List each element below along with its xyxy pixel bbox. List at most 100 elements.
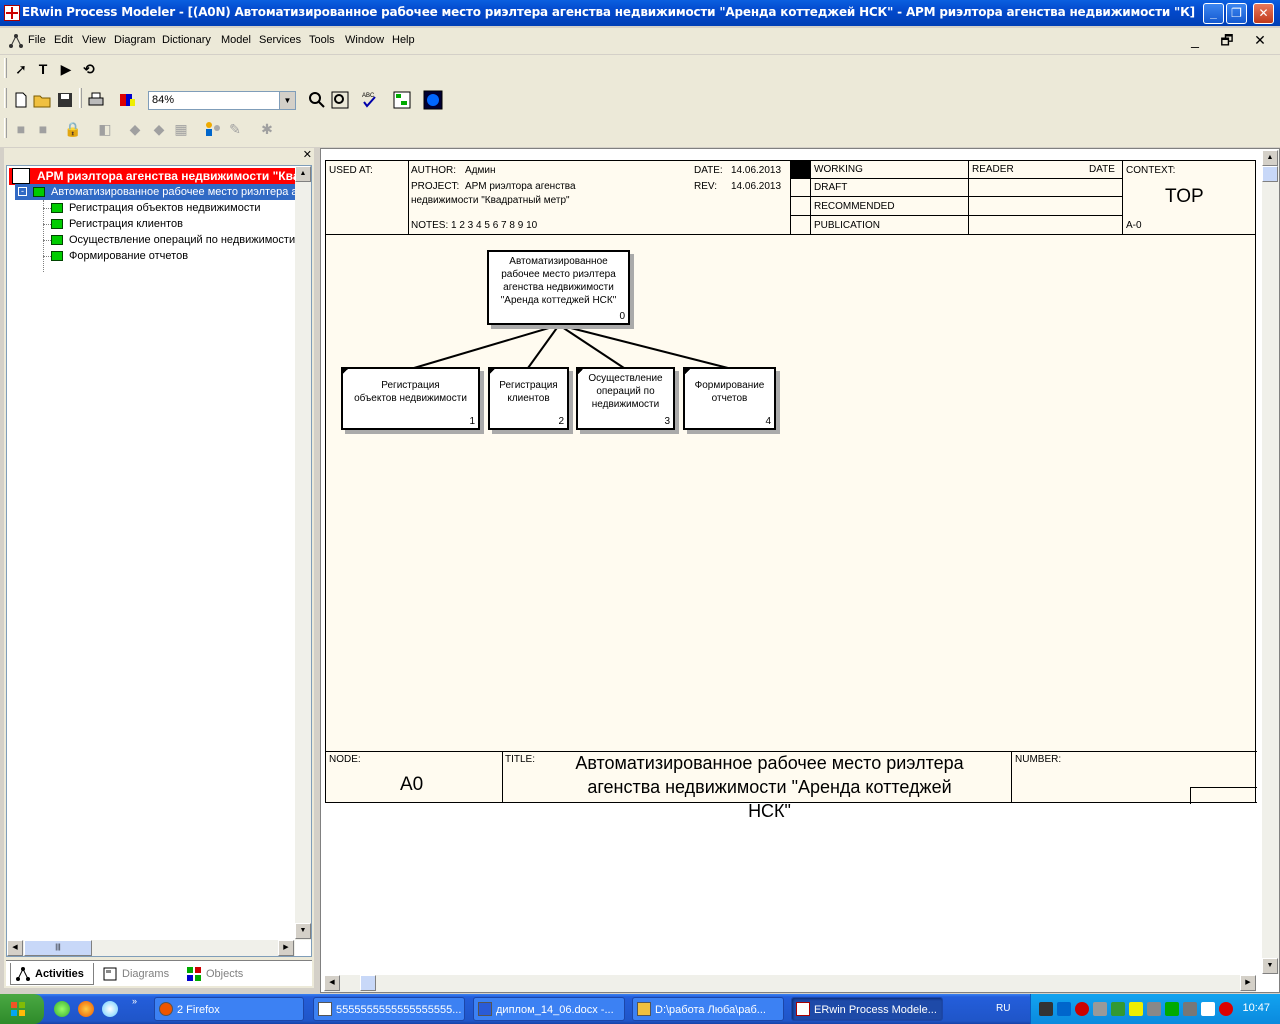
tray-app-icon[interactable]: [1039, 1002, 1053, 1016]
save-icon[interactable]: [54, 89, 76, 111]
activity-box-0[interactable]: Автоматизированное рабочее место риэлтер…: [487, 250, 630, 325]
mart-grid-icon[interactable]: ▦: [170, 118, 192, 140]
tab-objects[interactable]: Objects: [182, 963, 256, 985]
tree-root-model[interactable]: АРМ риэлтора агенства недвижимости "Квад…: [9, 168, 297, 185]
activity-box-2[interactable]: Регистрация клиентов 2: [488, 367, 569, 430]
mart-disconnect-icon[interactable]: ■: [32, 118, 54, 140]
menu-view[interactable]: View: [82, 34, 106, 46]
menu-tools[interactable]: Tools: [309, 34, 335, 46]
mart-users-icon[interactable]: [202, 118, 224, 140]
chevron-down-icon[interactable]: ▼: [279, 92, 295, 109]
scroll-up-icon[interactable]: ▲: [295, 166, 311, 182]
scroll-left-icon[interactable]: ◀: [7, 940, 23, 956]
mart-save-icon[interactable]: ◆: [124, 118, 146, 140]
model-mart-icon[interactable]: [422, 89, 444, 111]
zoom-select[interactable]: 84% ▼: [148, 91, 296, 110]
scroll-thumb[interactable]: [360, 975, 376, 991]
tray-media-icon[interactable]: [1129, 1002, 1143, 1016]
tray-speaker-icon[interactable]: [1147, 1002, 1161, 1016]
menu-dictionary[interactable]: Dictionary: [162, 34, 211, 46]
tray-opera-icon[interactable]: [1075, 1002, 1089, 1016]
activity-box-1[interactable]: Регистрация объектов недвижимости 1: [341, 367, 480, 430]
tab-diagrams[interactable]: Diagrams: [98, 963, 178, 985]
undo-tool-icon[interactable]: ⟲: [78, 58, 100, 80]
activity-box-4[interactable]: Формирование отчетов 4: [683, 367, 776, 430]
maximize-button[interactable]: ❐: [1226, 3, 1247, 24]
menu-diagram[interactable]: Diagram: [114, 34, 156, 46]
task-erwin[interactable]: ERwin Process Modele...: [791, 997, 943, 1021]
tree-horizontal-scrollbar[interactable]: ◀ ||| ▶: [7, 940, 295, 956]
model-explorer-icon[interactable]: [391, 89, 413, 111]
scroll-thumb[interactable]: [1262, 166, 1278, 182]
lock-icon[interactable]: 🔒: [62, 118, 84, 140]
activity-box-3[interactable]: Осуществление операций по недвижимости 3: [576, 367, 675, 430]
mdi-restore-button[interactable]: 🗗: [1214, 30, 1240, 52]
tab-activities[interactable]: Activities: [10, 963, 94, 985]
close-button[interactable]: ✕: [1253, 3, 1274, 24]
toolbar-grip[interactable]: [4, 58, 7, 78]
tray-volume-icon[interactable]: [1093, 1002, 1107, 1016]
mart-open-icon[interactable]: ◧: [94, 118, 116, 140]
quicklaunch-ie-icon[interactable]: [102, 1001, 118, 1017]
mdi-close-button[interactable]: ✕: [1247, 30, 1273, 52]
toolbar-grip[interactable]: [4, 118, 7, 138]
quicklaunch-more-icon[interactable]: »: [132, 996, 137, 1006]
quicklaunch-chrome-icon[interactable]: [54, 1001, 70, 1017]
menu-edit[interactable]: Edit: [54, 34, 73, 46]
menu-file[interactable]: File: [28, 34, 46, 46]
color-icon[interactable]: [117, 89, 139, 111]
mart-merge-icon[interactable]: ◆: [148, 118, 170, 140]
mart-options-icon[interactable]: ✱: [256, 118, 278, 140]
scroll-left-icon[interactable]: ◀: [324, 975, 340, 991]
menu-model[interactable]: Model: [221, 34, 251, 46]
diagram-canvas[interactable]: USED AT: AUTHOR: Админ PROJECT: АРМ риэл…: [320, 148, 1280, 993]
open-folder-icon[interactable]: [31, 89, 53, 111]
scroll-down-icon[interactable]: ▼: [1262, 958, 1278, 974]
tray-network-icon[interactable]: [1057, 1002, 1071, 1016]
tray-usb-icon[interactable]: [1201, 1002, 1215, 1016]
start-button[interactable]: [0, 994, 44, 1024]
scroll-right-icon[interactable]: ▶: [1240, 975, 1256, 991]
mart-connect-icon[interactable]: ■: [10, 118, 32, 140]
pointer-tool-icon[interactable]: ➚: [10, 58, 32, 80]
menu-help[interactable]: Help: [392, 34, 415, 46]
scroll-right-icon[interactable]: ▶: [278, 940, 294, 956]
tree-item-a4[interactable]: Формирование отчетов: [43, 248, 303, 264]
text-tool-icon[interactable]: T: [32, 58, 54, 80]
menu-services[interactable]: Services: [259, 34, 301, 46]
tree-item-a1[interactable]: Регистрация объектов недвижимости: [43, 200, 303, 216]
task-firefox[interactable]: 2 Firefox: [154, 997, 304, 1021]
tree-item-a3[interactable]: Осуществление операций по недвижимости: [43, 232, 303, 248]
language-indicator[interactable]: RU: [996, 1003, 1010, 1014]
task-word-document[interactable]: диплом_14_06.docx -...: [473, 997, 625, 1021]
scroll-thumb[interactable]: |||: [24, 940, 92, 956]
menu-window[interactable]: Window: [345, 34, 384, 46]
tray-antivirus-icon[interactable]: [1219, 1002, 1233, 1016]
tray-app2-icon[interactable]: [1165, 1002, 1179, 1016]
diagram-doc-icon[interactable]: [8, 33, 24, 49]
print-icon[interactable]: [85, 89, 107, 111]
scroll-down-icon[interactable]: ▼: [295, 923, 311, 939]
tree-vertical-scrollbar[interactable]: ▲ ▼: [295, 166, 311, 940]
mdi-minimize-button[interactable]: _: [1182, 30, 1208, 52]
canvas-horizontal-scrollbar[interactable]: ◀ ▶: [324, 975, 1256, 992]
toolbar-grip[interactable]: [4, 88, 7, 108]
erwin-app-icon[interactable]: [4, 5, 20, 21]
quicklaunch-firefox-icon[interactable]: [78, 1001, 94, 1017]
tree-item-a0[interactable]: - Автоматизированное рабочее место риэлт…: [15, 184, 297, 200]
activity-tool-icon[interactable]: ▶: [55, 58, 77, 80]
scroll-up-icon[interactable]: ▲: [1262, 150, 1278, 166]
tray-nvidia-icon[interactable]: [1111, 1002, 1125, 1016]
task-explorer[interactable]: D:\работа Люба\раб...: [632, 997, 784, 1021]
new-file-icon[interactable]: [10, 89, 32, 111]
zoom-in-icon[interactable]: [306, 89, 328, 111]
tree-item-a2[interactable]: Регистрация клиентов: [43, 216, 303, 232]
panel-close-icon[interactable]: ✕: [303, 148, 312, 161]
task-document-1[interactable]: 5555555555555555555...: [313, 997, 465, 1021]
canvas-vertical-scrollbar[interactable]: ▲ ▼: [1262, 150, 1279, 974]
zoom-out-icon[interactable]: [329, 89, 351, 111]
collapse-icon[interactable]: -: [18, 187, 27, 196]
minimize-button[interactable]: _: [1203, 3, 1224, 24]
mart-security-icon[interactable]: ✎: [224, 118, 246, 140]
spell-check-icon[interactable]: ABC: [359, 89, 381, 111]
